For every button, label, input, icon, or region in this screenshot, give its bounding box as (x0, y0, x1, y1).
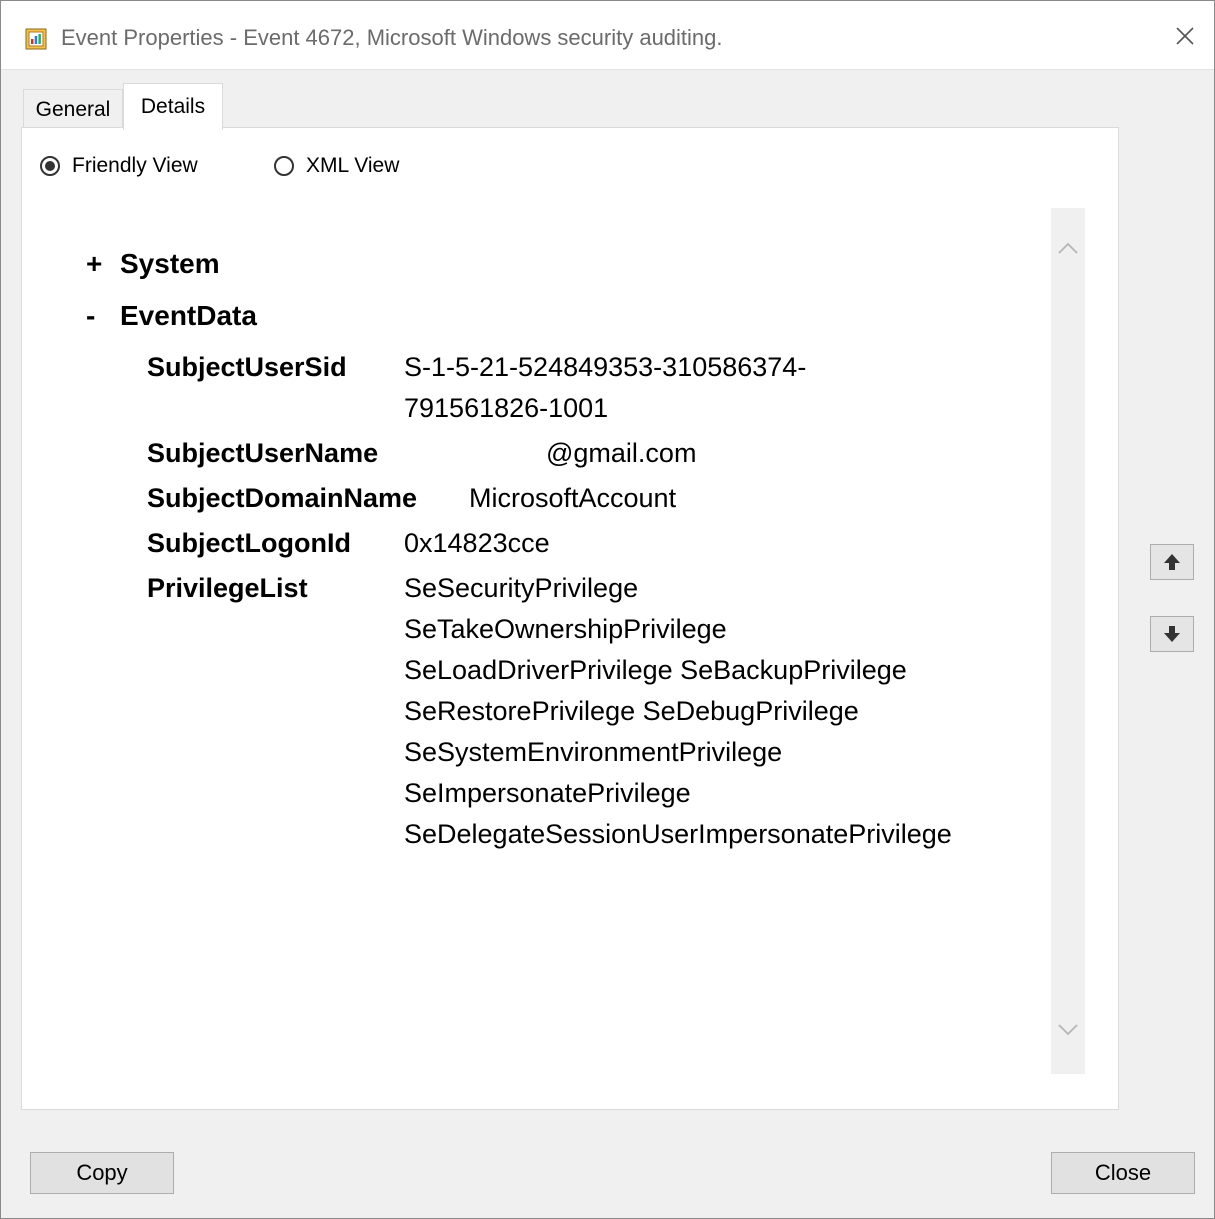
arrow-down-icon (1164, 626, 1180, 642)
field-value-subjectdomainname: MicrosoftAccount (469, 483, 677, 513)
xml-view-radio[interactable]: XML View (274, 154, 399, 178)
close-button[interactable]: Close (1051, 1152, 1195, 1194)
privilege-item: SeImpersonatePrivilege (404, 778, 691, 808)
xml-view-label: XML View (306, 154, 400, 177)
radio-unselected-icon[interactable] (274, 156, 294, 176)
previous-event-button[interactable] (1150, 544, 1194, 580)
friendly-view-label: Friendly View (72, 154, 198, 177)
field-value-subjectusername: @gmail.com (418, 433, 696, 474)
privilege-item: SeSystemEnvironmentPrivilege (404, 737, 783, 767)
tab-details[interactable]: Details (123, 83, 223, 130)
vertical-scrollbar[interactable] (1051, 208, 1085, 1074)
event-properties-window: Event Properties - Event 4672, Microsoft… (0, 0, 1215, 1219)
window-title: Event Properties - Event 4672, Microsoft… (61, 25, 723, 50)
close-icon[interactable] (1170, 21, 1200, 51)
value-line: 791561826-1001 (404, 393, 609, 423)
collapse-toggle[interactable]: - (86, 300, 120, 332)
field-name-privilegelist: PrivilegeList (147, 573, 308, 603)
expand-toggle[interactable]: + (86, 248, 120, 280)
value-line: S-1-5-21-524849353-310586374- (404, 352, 807, 382)
field-name-subjectlogonid: SubjectLogonId (147, 528, 351, 558)
scroll-up-button[interactable] (1051, 228, 1085, 268)
email-domain: @gmail.com (546, 438, 697, 468)
tab-general[interactable]: General (23, 89, 123, 128)
privilege-item: SeTakeOwnershipPrivilege (404, 614, 727, 644)
field-value-subjectusersid: S-1-5-21-524849353-310586374- 791561826-… (404, 347, 806, 429)
chevron-down-icon[interactable] (1057, 1023, 1079, 1037)
privilege-item: SeSecurityPrivilege (404, 573, 639, 603)
privilege-item: SeLoadDriverPrivilege SeBackupPrivilege (404, 655, 907, 685)
field-value-subjectlogonid: 0x14823cce (404, 528, 550, 558)
friendly-view-radio[interactable]: Friendly View (40, 154, 198, 178)
field-name-subjectdomainname: SubjectDomainName (147, 483, 418, 513)
tree-node-eventdata[interactable]: - EventData (86, 300, 257, 332)
friendly-view-content: + System - EventData SubjectUserSid S-1-5-… (42, 208, 1082, 1074)
chevron-up-icon[interactable] (1057, 241, 1079, 255)
privilege-item: SeRestorePrivilege SeDebugPrivilege (404, 696, 859, 726)
next-event-button[interactable] (1150, 616, 1194, 652)
tree-node-system[interactable]: + System (86, 248, 220, 280)
field-value-privilegelist: SeSecurityPrivilege SeTakeOwnershipPrivi… (404, 568, 952, 855)
copy-button[interactable]: Copy (30, 1152, 174, 1194)
event-viewer-icon (25, 28, 47, 50)
radio-selected-icon[interactable] (40, 156, 60, 176)
tree-node-label: System (120, 248, 220, 279)
details-panel: Friendly View XML View + System - EventDat… (21, 127, 1119, 1110)
scroll-down-button[interactable] (1051, 1010, 1085, 1050)
title-bar: Event Properties - Event 4672, Microsoft… (1, 1, 1214, 70)
arrow-up-icon (1164, 554, 1180, 570)
field-name-subjectusersid: SubjectUserSid (147, 352, 347, 382)
tree-node-label: EventData (120, 300, 257, 331)
privilege-item: SeDelegateSessionUserImpersonatePrivileg… (404, 819, 952, 849)
field-name-subjectusername: SubjectUserName (147, 438, 379, 468)
redacted-text (418, 439, 546, 470)
